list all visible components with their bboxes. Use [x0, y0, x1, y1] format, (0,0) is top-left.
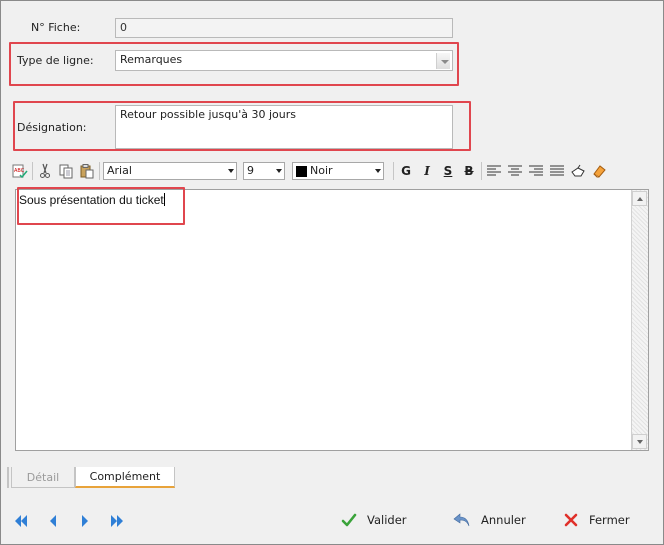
font-color-value: Noir	[310, 164, 333, 177]
cancel-label: Annuler	[481, 513, 526, 527]
copy-button[interactable]	[57, 162, 75, 180]
scroll-up-button[interactable]	[632, 191, 647, 206]
justify-icon	[550, 165, 564, 176]
format-toolbar: ABC Arial 9 Noir G I S B	[11, 161, 651, 181]
tab-strip-edge	[7, 467, 9, 488]
toolbar-separator	[481, 162, 482, 180]
svg-text:ABC: ABC	[14, 168, 25, 174]
paste-button[interactable]	[78, 162, 96, 180]
chevron-down-icon[interactable]	[436, 53, 450, 69]
last-record-icon[interactable]	[109, 513, 125, 529]
chevron-down-icon	[375, 169, 381, 173]
close-icon	[564, 513, 578, 527]
eraser-icon	[593, 165, 606, 178]
close-label: Fermer	[589, 513, 630, 527]
toolbar-separator	[32, 162, 33, 180]
close-button[interactable]: Fermer	[563, 512, 630, 528]
align-left-button[interactable]	[485, 162, 503, 180]
copy-icon	[59, 164, 73, 179]
toolbar-separator	[99, 162, 100, 180]
font-size-value: 9	[247, 164, 254, 177]
justify-button[interactable]	[548, 162, 566, 180]
cancel-button[interactable]: Annuler	[453, 512, 526, 528]
font-color-select[interactable]: Noir	[292, 162, 384, 180]
paste-icon	[80, 164, 94, 179]
font-family-select[interactable]: Arial	[103, 162, 237, 180]
vertical-scrollbar[interactable]	[631, 190, 648, 450]
bold-button[interactable]: G	[397, 162, 415, 180]
type-select-value: Remarques	[120, 53, 183, 66]
align-center-button[interactable]	[506, 162, 524, 180]
checkmark-icon	[341, 513, 357, 527]
chevron-down-icon	[228, 169, 234, 173]
tab-complement[interactable]: Complément	[75, 467, 175, 488]
chevron-down-icon	[636, 439, 643, 444]
tab-detail[interactable]: Détail	[11, 467, 75, 488]
first-record-icon[interactable]	[13, 513, 29, 529]
spellcheck-icon: ABC	[12, 164, 28, 179]
spellcheck-button[interactable]: ABC	[11, 162, 29, 180]
strikethrough-button[interactable]: B	[460, 162, 478, 180]
rich-text-editor[interactable]: Sous présentation du ticket	[15, 189, 649, 451]
font-size-select[interactable]: 9	[243, 162, 285, 180]
align-right-icon	[529, 165, 543, 176]
color-swatch	[296, 165, 307, 177]
hand-pointer-button[interactable]	[569, 162, 587, 180]
cut-button[interactable]	[36, 162, 54, 180]
eraser-button[interactable]	[590, 162, 608, 180]
toolbar-separator	[393, 162, 394, 180]
designation-label: Désignation:	[17, 121, 87, 134]
validate-label: Valider	[367, 513, 407, 527]
chevron-down-icon	[276, 169, 282, 173]
fiche-input[interactable]: 0	[115, 18, 453, 38]
scroll-down-button[interactable]	[632, 434, 647, 449]
designation-textarea[interactable]: Retour possible jusqu'à 30 jours	[115, 105, 453, 149]
text-caret	[163, 193, 165, 206]
font-family-value: Arial	[107, 164, 132, 177]
hand-pointer-icon	[571, 164, 585, 177]
underline-button[interactable]: S	[439, 162, 457, 180]
validate-button[interactable]: Valider	[341, 512, 407, 528]
record-navigation	[13, 513, 125, 529]
editor-text: Sous présentation du ticket	[19, 193, 164, 207]
italic-button[interactable]: I	[418, 162, 436, 180]
editor-content[interactable]: Sous présentation du ticket	[19, 193, 165, 207]
next-record-icon[interactable]	[77, 513, 93, 529]
align-center-icon	[508, 165, 522, 176]
align-left-icon	[487, 165, 501, 176]
undo-arrow-icon	[453, 513, 470, 527]
window: N° Fiche: 0 Type de ligne: Remarques Dés…	[0, 0, 664, 545]
fiche-label: N° Fiche:	[31, 21, 81, 34]
type-label: Type de ligne:	[17, 54, 94, 67]
type-select[interactable]: Remarques	[115, 50, 453, 71]
align-right-button[interactable]	[527, 162, 545, 180]
scissors-icon	[40, 163, 50, 178]
chevron-up-icon	[636, 196, 643, 201]
previous-record-icon[interactable]	[45, 513, 61, 529]
